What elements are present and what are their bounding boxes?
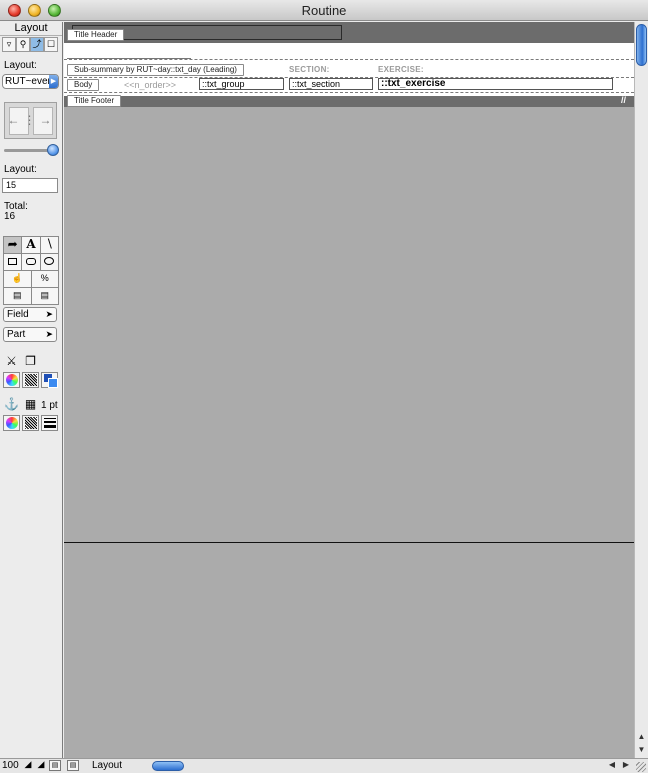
fill-icon-row: ⚔ ❐ <box>3 354 39 370</box>
fill-color-icon[interactable] <box>3 372 20 388</box>
mode-status-text: Layout <box>92 760 123 771</box>
pen-icon: ⚓ <box>4 397 19 411</box>
window-title: Routine <box>301 3 347 18</box>
zoom-out-icon[interactable]: ◢ <box>22 760 34 771</box>
total-value: 16 <box>4 211 16 222</box>
layout-label: Layout: <box>4 60 37 71</box>
zoom-in-icon[interactable]: ◢ <box>35 760 47 771</box>
subsummary-part-tag[interactable]: Sub-summary by RUT~day::txt_day (Leading… <box>67 64 244 76</box>
order-merge-field[interactable]: <<n_order>> <box>124 80 176 90</box>
line-icon-row: ⚓ ▦ 1 pt <box>3 397 58 413</box>
line-width-value[interactable]: 1 pt <box>41 400 58 411</box>
scroll-left-icon[interactable]: ◀ <box>606 760 618 769</box>
layout-mode-icon[interactable]: ⤴ <box>30 37 44 52</box>
bottom-status-bar: 100 ◢ ◢ ▤ ▤ Layout ◀ ▶ <box>0 758 648 773</box>
footer-mark: // <box>620 95 626 105</box>
fill-effect-icon[interactable]: ❐ <box>22 354 39 370</box>
group-field[interactable]: ::txt_group <box>199 78 284 90</box>
layout-slider[interactable] <box>4 144 59 156</box>
line-width-icon[interactable] <box>41 415 58 431</box>
find-mode-icon[interactable]: ⚲ <box>16 37 30 52</box>
part-tool-popup[interactable]: Part ➤ <box>3 327 57 342</box>
body-divider <box>64 92 634 93</box>
status-toggle-icon[interactable]: ▤ <box>49 760 61 771</box>
title-header-part-tag[interactable]: Title Header <box>67 29 125 41</box>
mode-toggle-icon[interactable]: ▤ <box>67 760 79 771</box>
oval-tool-icon[interactable] <box>39 253 59 271</box>
title-header-band: ㅤ e <box>64 22 634 43</box>
title-footer-part-tag[interactable]: Title Footer <box>67 95 122 107</box>
book-arrows-icon: ←⋮→ <box>7 113 56 127</box>
scroll-up-icon[interactable]: ▲ <box>635 730 648 743</box>
vertical-scroll-thumb[interactable] <box>636 24 647 66</box>
browse-mode-icon[interactable]: ▿ <box>2 37 16 52</box>
field-arrow-icon: ➤ <box>45 309 53 319</box>
line-swatch-row <box>3 415 58 431</box>
resize-grip-icon[interactable] <box>636 762 646 772</box>
layout-number-field[interactable]: 15 <box>2 178 58 193</box>
border-grid-icon[interactable]: ▦ <box>22 397 39 413</box>
tool-palette: ➦ A ∖ ☝ % ▤ ▤ <box>3 236 59 305</box>
mode-buttons: ▿ ⚲ ⤴ ☐ <box>2 37 60 53</box>
fill-pattern-icon[interactable] <box>22 372 39 388</box>
slider-knob[interactable] <box>47 144 59 156</box>
layout-popup[interactable]: RUT~event ▶ <box>2 74 59 89</box>
page-boundary-line <box>64 542 634 543</box>
exercise-label: EXERCISE: <box>378 65 424 74</box>
section-label: SECTION: <box>289 65 330 74</box>
fill-bucket-icon: ⚔ <box>6 354 17 368</box>
vertical-scrollbar[interactable]: ▲ ▼ <box>634 22 648 758</box>
divider-solid <box>67 58 191 59</box>
button-tool-icon[interactable]: ☝ <box>3 270 32 288</box>
layout-number-label: Layout: <box>4 164 37 175</box>
merge-field-tool-icon[interactable]: % <box>30 270 59 288</box>
horizontal-scroll-thumb[interactable] <box>152 761 184 771</box>
text-tool-icon[interactable]: A <box>21 236 41 254</box>
title-footer-band: // <box>64 95 634 107</box>
exercise-field[interactable]: ::txt_exercise <box>378 78 613 90</box>
field-tool-popup[interactable]: Field ➤ <box>3 307 57 322</box>
fill-swatch-row <box>3 372 58 388</box>
scroll-right-icon[interactable]: ▶ <box>620 760 632 769</box>
mode-label: Layout <box>0 22 62 36</box>
part-arrow-icon: ➤ <box>45 329 53 339</box>
preview-mode-icon[interactable]: ☐ <box>44 37 58 52</box>
portal-tool-icon[interactable]: ▤ <box>30 287 59 305</box>
layout-canvas[interactable]: ㅤ e Title Header Sub-summary by RUT~day:… <box>64 22 634 758</box>
object-effect-icon[interactable] <box>41 372 58 388</box>
field-tool-label: Field <box>7 309 29 320</box>
tab-control-tool-icon[interactable]: ▤ <box>3 287 32 305</box>
layout-book-icon[interactable]: ←⋮→ <box>4 102 57 139</box>
body-part-tag[interactable]: Body <box>67 79 100 91</box>
rounded-rect-tool-icon[interactable] <box>21 253 41 271</box>
popup-arrow-icon: ▶ <box>49 75 58 88</box>
rectangle-tool-icon[interactable] <box>3 253 23 271</box>
title-bar: Routine <box>0 0 648 21</box>
part-divider <box>64 59 634 60</box>
scroll-down-icon[interactable]: ▼ <box>635 743 648 756</box>
pointer-tool-icon[interactable]: ➦ <box>3 236 23 254</box>
part-tool-label: Part <box>7 329 26 340</box>
line-tool-icon[interactable]: ∖ <box>39 236 59 254</box>
section-field[interactable]: ::txt_section <box>289 78 373 90</box>
line-color-icon[interactable] <box>3 415 20 431</box>
line-pattern-icon[interactable] <box>22 415 39 431</box>
zoom-level[interactable]: 100 <box>2 760 19 771</box>
status-area: Layout ▿ ⚲ ⤴ ☐ Layout: RUT~event ▶ ←⋮→ L… <box>0 22 63 758</box>
